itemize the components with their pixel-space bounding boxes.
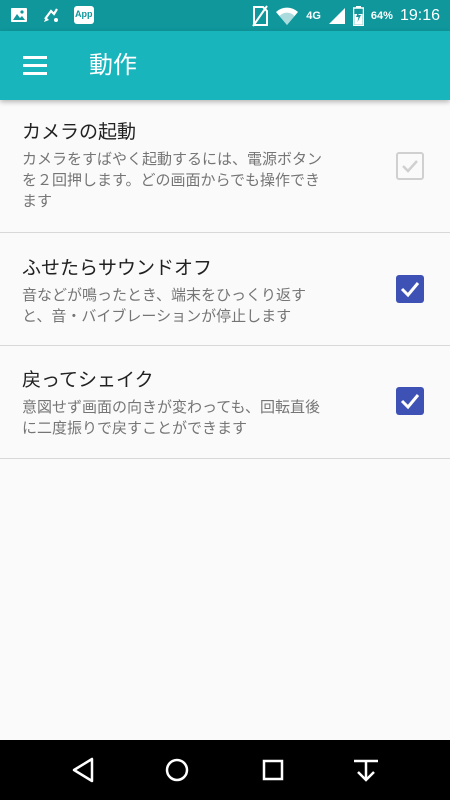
summary-line: カメラをすばやく起動するには、電源ボタン: [22, 150, 323, 168]
setting-title: カメラの起動: [22, 121, 137, 143]
back-icon[interactable]: [68, 754, 100, 786]
status-bar: App 4G 64% 19:16: [0, 0, 450, 31]
summary-line: と、音・バイブレーションが停止します: [22, 307, 292, 325]
summary-line: ます: [22, 192, 53, 210]
setting-title: ふせたらサウンドオフ: [22, 257, 213, 279]
setting-shake-rotate[interactable]: 戻ってシェイク 意図せず画面の向きが変わっても、回転直後 に二度振りで戻すことが…: [0, 346, 450, 459]
sync-icon: [44, 8, 58, 22]
app-bar: 動作: [0, 31, 450, 100]
setting-camera-launch[interactable]: カメラの起動 カメラをすばやく起動するには、電源ボタン を２回押します。どの画面…: [0, 100, 450, 233]
home-icon[interactable]: [161, 754, 193, 786]
check-icon: [400, 282, 420, 298]
status-right-icons: 4G 64% 19:16: [252, 3, 440, 28]
wifi-icon: [276, 7, 299, 25]
summary-line: を２回押します。どの画面からでも操作でき: [22, 171, 321, 189]
check-icon: [402, 160, 418, 173]
page-title: 動作: [89, 51, 137, 79]
battery-percent: 64%: [370, 9, 393, 22]
image-icon: [11, 8, 27, 22]
notification-pull-icon[interactable]: [350, 754, 382, 786]
setting-summary: 意図せず画面の向きが変わっても、回転直後 に二度振りで戻すことができます: [22, 397, 387, 439]
navigation-bar: [0, 740, 450, 800]
summary-line: 意図せず画面の向きが変わっても、回転直後: [22, 398, 321, 416]
setting-summary: カメラをすばやく起動するには、電源ボタン を２回押します。どの画面からでも操作で…: [22, 149, 387, 212]
summary-line: 音などが鳴ったとき、端末をひっくり返す: [22, 286, 306, 304]
settings-list: カメラの起動 カメラをすばやく起動するには、電源ボタン を２回押します。どの画面…: [0, 100, 450, 459]
battery-icon: [352, 5, 364, 26]
checkbox-shake-rotate[interactable]: [396, 387, 424, 415]
clock: 19:16: [399, 6, 440, 24]
app-icon: App: [74, 6, 94, 24]
check-icon: [400, 394, 420, 410]
status-left-icons: App: [10, 5, 94, 25]
network-type: 4G: [306, 9, 321, 22]
app-icon-label: App: [75, 9, 93, 19]
no-sim-icon: [252, 4, 269, 27]
setting-summary: 音などが鳴ったとき、端末をひっくり返す と、音・バイブレーションが停止します: [22, 285, 387, 327]
setting-title: 戻ってシェイク: [22, 369, 154, 391]
checkbox-flip-silence[interactable]: [396, 275, 424, 303]
checkbox-camera-launch[interactable]: [396, 152, 424, 180]
recents-icon[interactable]: [257, 754, 289, 786]
hamburger-menu-icon[interactable]: [22, 54, 48, 78]
signal-icon: [328, 7, 345, 24]
setting-flip-silence[interactable]: ふせたらサウンドオフ 音などが鳴ったとき、端末をひっくり返す と、音・バイブレー…: [0, 233, 450, 346]
summary-line: に二度振りで戻すことができます: [22, 419, 248, 437]
